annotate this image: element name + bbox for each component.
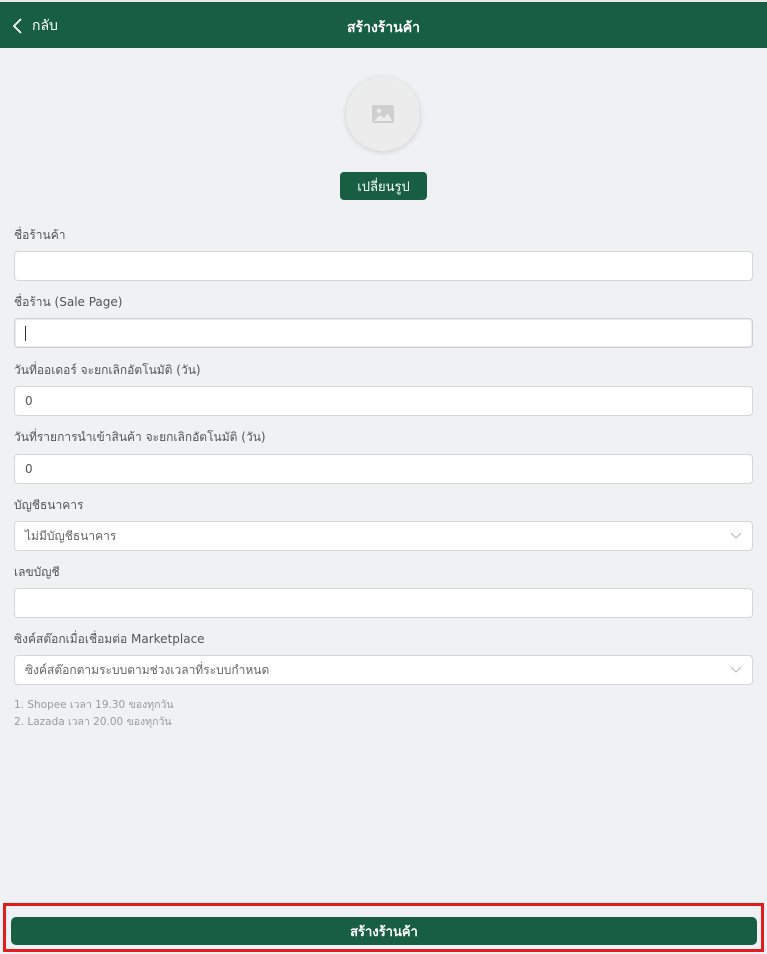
top-bar: กลับ สร้างร้านค้า <box>0 0 767 48</box>
account-number-label: เลขบัญชี <box>14 565 60 579</box>
stock-sync-label: ซิงค์สต๊อกเมื่อเชื่อมต่อ Marketplace <box>14 632 205 646</box>
sync-note-shopee: 1. Shopee เวลา 19.30 ของทุกวัน <box>14 699 174 711</box>
image-icon <box>372 105 394 123</box>
chevron-down-icon <box>730 532 742 539</box>
store-name-input[interactable] <box>14 251 753 281</box>
text-caret <box>25 325 26 341</box>
stock-sync-value: ซิงค์สต๊อกตามระบบตามช่วงเวลาที่ระบบกำหนด <box>25 662 270 677</box>
store-image <box>346 77 420 151</box>
sale-page-input[interactable] <box>14 318 753 348</box>
sync-note-lazada: 2. Lazada เวลา 20.00 ของทุกวัน <box>14 716 172 728</box>
chevron-down-icon <box>730 666 742 673</box>
bank-account-select[interactable]: ไม่มีบัญชีธนาคาร <box>14 521 753 551</box>
page-title: สร้างร้านค้า <box>347 20 420 36</box>
bank-account-value: ไม่มีบัญชีธนาคาร <box>25 528 117 543</box>
order-cancel-days-label: วันที่ออเดอร์ จะยกเลิกอัตโนมัติ (วัน) <box>14 363 201 377</box>
order-cancel-days-input[interactable]: 0 <box>14 386 753 416</box>
create-store-button[interactable]: สร้างร้านค้า <box>11 917 757 945</box>
account-number-input[interactable] <box>14 588 753 618</box>
bank-account-label: บัญชีธนาคาร <box>14 498 84 512</box>
import-cancel-days-label: วันที่รายการนำเข้าสินค้า จะยกเลิกอัตโนมั… <box>14 430 266 444</box>
change-image-button[interactable]: เปลี่ยนรูป <box>340 172 427 200</box>
store-name-label: ชื่อร้านค้า <box>14 228 66 242</box>
sale-page-label: ชื่อร้าน (Sale Page) <box>14 295 123 309</box>
stock-sync-select[interactable]: ซิงค์สต๊อกตามระบบตามช่วงเวลาที่ระบบกำหนด <box>14 655 753 685</box>
import-cancel-days-input[interactable]: 0 <box>14 454 753 484</box>
